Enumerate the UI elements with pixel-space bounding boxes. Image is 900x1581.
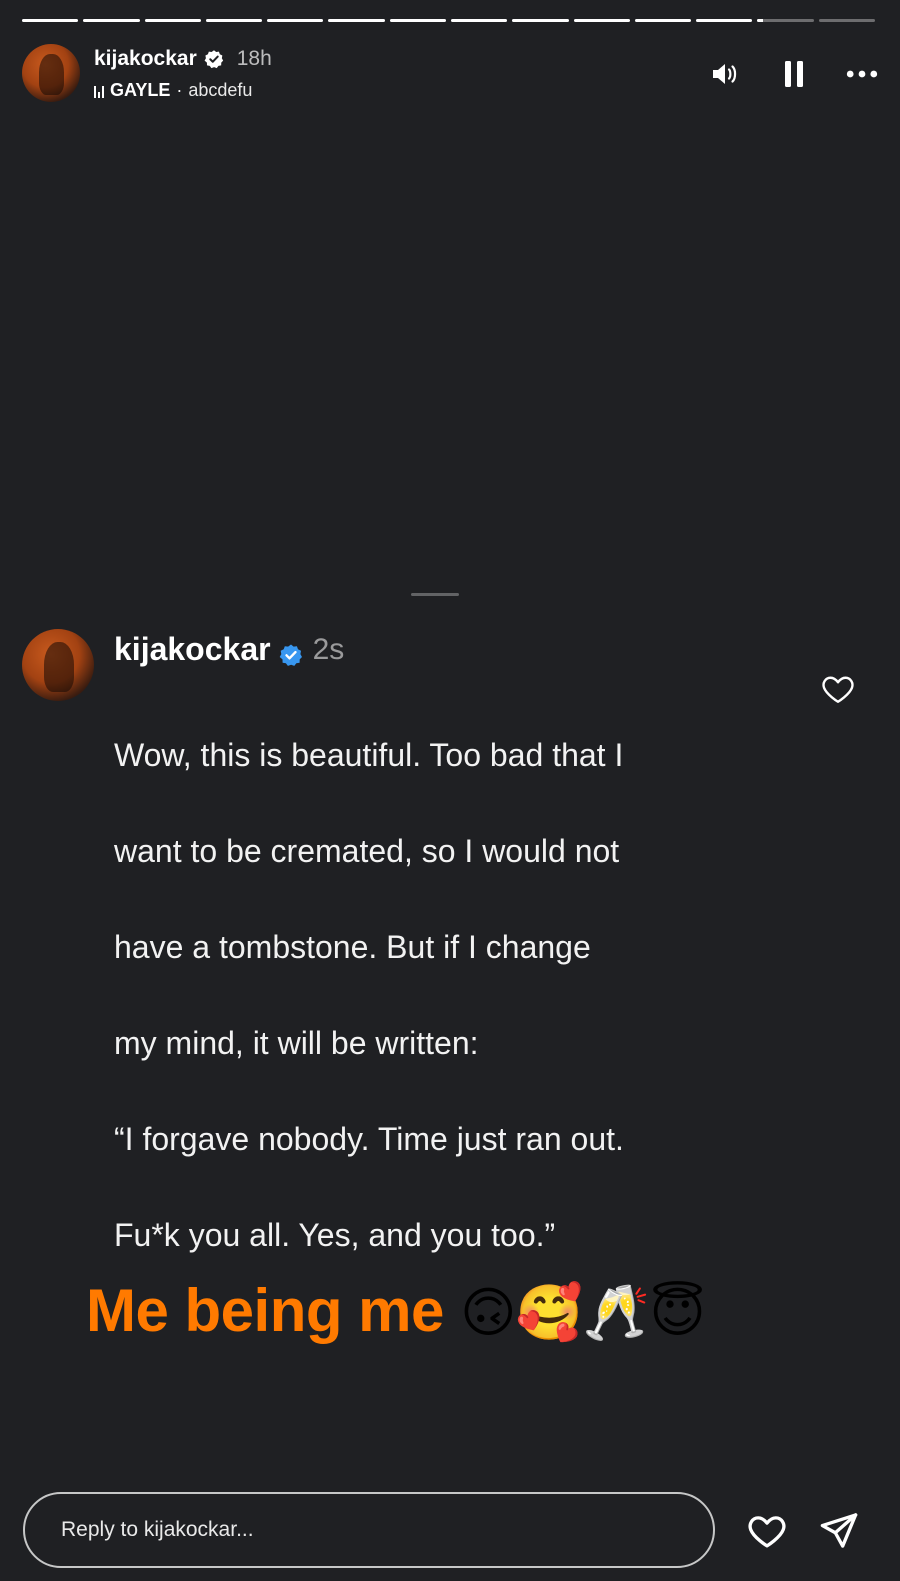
- comment-time: 2s: [312, 632, 345, 666]
- comment-user-line: kijakockar 2s: [114, 631, 344, 668]
- story-progress-fill: [83, 19, 140, 22]
- story-progress-segment: [267, 19, 324, 22]
- post-time: 18h: [236, 47, 272, 70]
- music-sticker[interactable]: GAYLE · abcdefu: [94, 80, 252, 101]
- story-progress-fill: [267, 19, 324, 22]
- story-progress-segment: [757, 19, 814, 22]
- caption-text: Me being me: [86, 1277, 444, 1344]
- story-caption: Me being me 🙃🥰🥂😇: [86, 1276, 706, 1345]
- story-progress-fill: [512, 19, 569, 22]
- avatar[interactable]: [22, 44, 80, 102]
- story-progress-segment: [205, 19, 263, 22]
- story-progress-segment: [22, 19, 79, 22]
- story-progress-segment: [389, 19, 446, 22]
- reply-placeholder: Reply to kijakockar...: [61, 1518, 254, 1541]
- story-progress-fill: [450, 19, 508, 22]
- comment-line: have a tombstone. But if I change: [114, 929, 591, 965]
- verified-badge-icon: [279, 638, 303, 666]
- story-progress-segment: [144, 19, 201, 22]
- story-progress-fill: [757, 19, 763, 22]
- comment-text: Wow, this is beautiful. Too bad that I w…: [114, 683, 794, 1307]
- story-progress-fill: [634, 19, 692, 22]
- music-separator: ·: [176, 80, 183, 100]
- pause-icon[interactable]: [778, 58, 810, 90]
- story-progress-segment: [573, 19, 630, 22]
- music-artist: GAYLE: [110, 80, 171, 100]
- story-progress-fill: [22, 19, 79, 22]
- story-progress-fill: [696, 19, 753, 22]
- story-progress-fill: [144, 19, 201, 22]
- story-progress-segment: [818, 19, 875, 22]
- story-progress-segment: [634, 19, 692, 22]
- music-bars-icon: [94, 84, 104, 98]
- story-progress-fill: [328, 19, 385, 22]
- send-paper-plane-icon[interactable]: [818, 1510, 860, 1552]
- story-progress-bar: [22, 19, 875, 22]
- story-progress-fill: [389, 19, 446, 22]
- comment-line: want to be cremated, so I would not: [114, 833, 620, 869]
- comment-line: Fu*k you all. Yes, and you too.”: [114, 1217, 556, 1253]
- story-progress-segment: [450, 19, 508, 22]
- story-progress-fill: [573, 19, 630, 22]
- comment-username[interactable]: kijakockar: [114, 631, 271, 668]
- username[interactable]: kijakockar: [94, 47, 197, 71]
- comment-line: “I forgave nobody. Time just ran out.: [114, 1121, 624, 1157]
- comment-like-heart-icon[interactable]: [820, 671, 856, 707]
- like-heart-icon[interactable]: [746, 1510, 788, 1552]
- story-progress-segment: [328, 19, 385, 22]
- drag-handle[interactable]: [411, 593, 459, 596]
- reply-input[interactable]: Reply to kijakockar...: [23, 1492, 715, 1568]
- story-progress-fill: [205, 19, 263, 22]
- comment-card: kijakockar 2s Wow, this is beautiful. To…: [0, 593, 900, 1253]
- header-controls: [710, 58, 878, 90]
- comment-line: Wow, this is beautiful. Too bad that I: [114, 737, 624, 773]
- more-options-icon[interactable]: [846, 58, 878, 90]
- story-progress-segment: [696, 19, 753, 22]
- music-song: abcdefu: [188, 80, 253, 100]
- header-user-line: kijakockar 18h: [94, 47, 272, 71]
- story-progress-segment: [512, 19, 569, 22]
- volume-icon[interactable]: [710, 58, 742, 90]
- verified-badge-icon: [204, 49, 224, 69]
- comment-line: my mind, it will be written:: [114, 1025, 479, 1061]
- comment-avatar[interactable]: [22, 629, 94, 701]
- story-progress-segment: [83, 19, 140, 22]
- caption-emojis: 🙃🥰🥂😇: [460, 1283, 706, 1343]
